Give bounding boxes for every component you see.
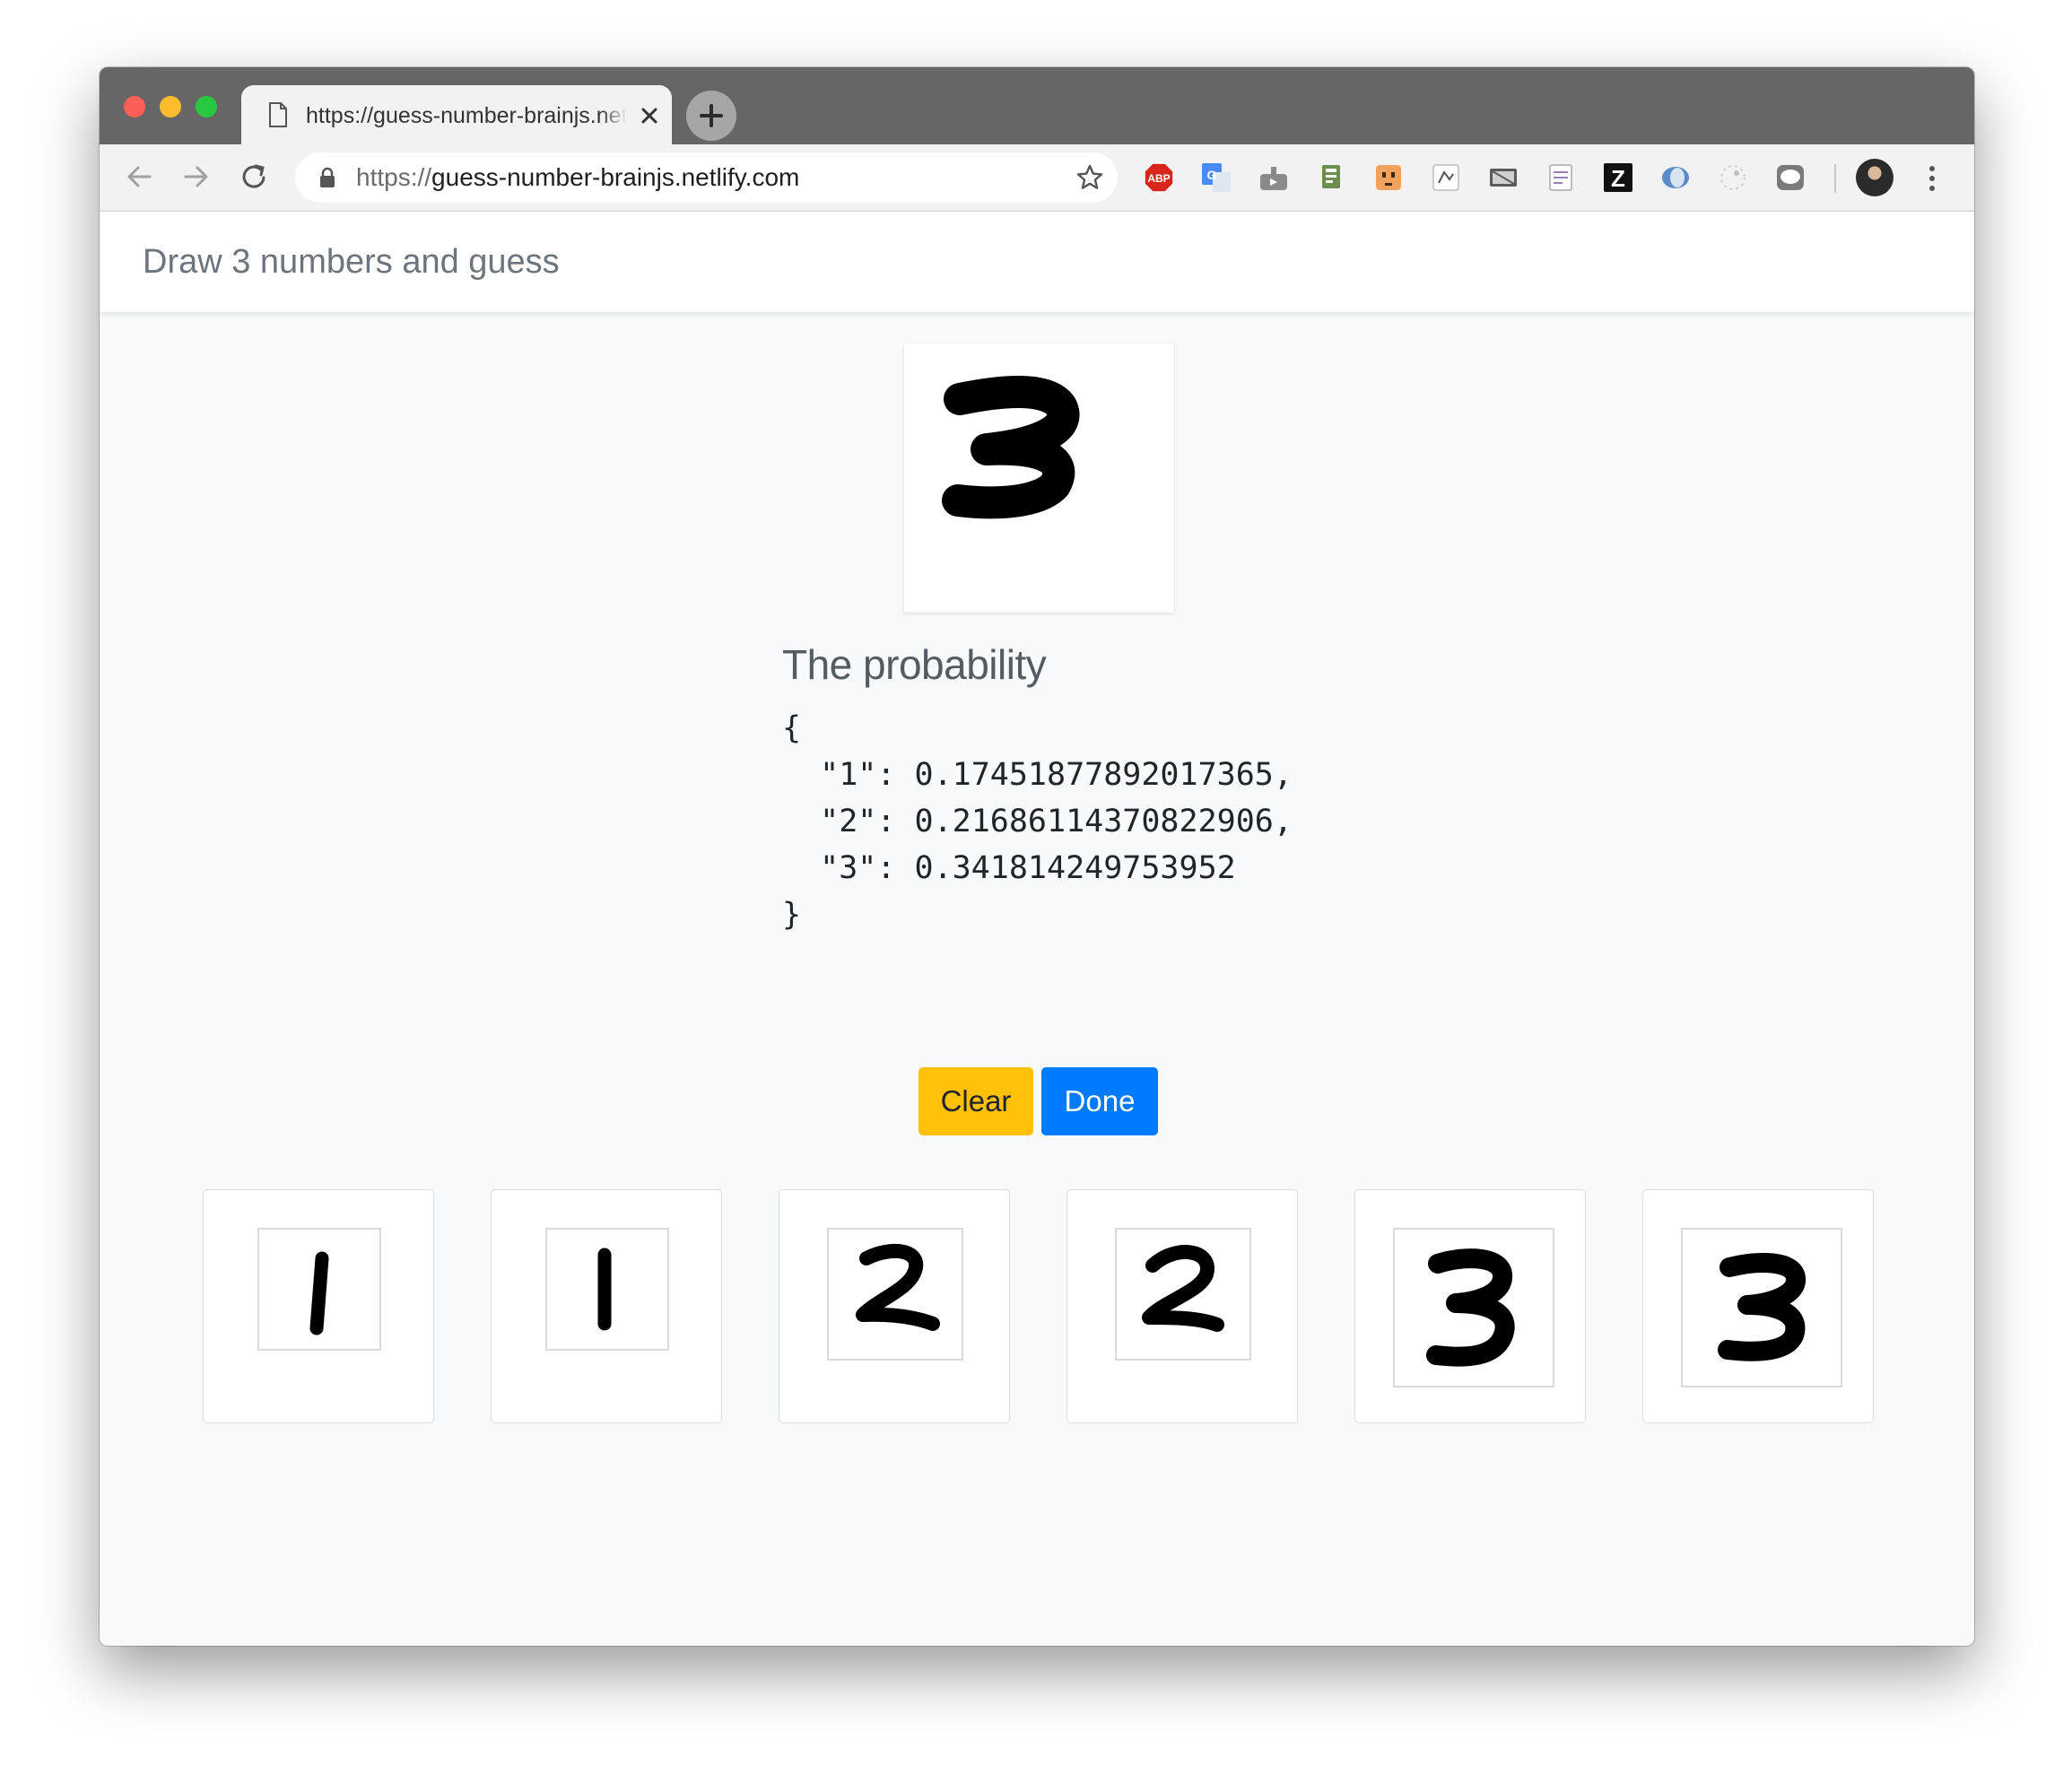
svg-text:G: G	[1207, 168, 1217, 182]
minimize-window-button[interactable]	[160, 96, 181, 117]
zotero-icon[interactable]: Z	[1602, 161, 1634, 194]
sample-card[interactable]	[1642, 1189, 1874, 1423]
json-line: "3": 0.341814249753952	[782, 850, 1236, 886]
forward-arrow-icon[interactable]	[178, 159, 214, 195]
close-window-button[interactable]	[124, 96, 145, 117]
navbar-brand[interactable]: Draw 3 numbers and guess	[143, 242, 560, 282]
json-line: "2": 0.21686114370822906,	[782, 804, 1293, 839]
translate-icon[interactable]: G	[1200, 161, 1232, 194]
navbar: Draw 3 numbers and guess	[100, 212, 1974, 312]
menu-dots-icon[interactable]	[1923, 161, 1941, 196]
line-icon[interactable]	[1774, 161, 1806, 194]
drawing-canvas[interactable]	[904, 343, 1174, 613]
sample-drawing	[1393, 1228, 1554, 1387]
extension-icon[interactable]	[1258, 161, 1290, 194]
document-icon	[268, 102, 288, 127]
close-tab-icon[interactable]	[631, 98, 667, 134]
digit-3-drawing	[1426, 1248, 1515, 1367]
sample-drawing	[545, 1228, 669, 1351]
browser-toolbar: https://guess-number-brainjs.netlify.com…	[100, 144, 1974, 212]
maximize-window-button[interactable]	[196, 96, 217, 117]
json-line: {	[782, 710, 802, 746]
digit-1-drawing	[309, 1251, 329, 1335]
tab-title-fade	[600, 98, 627, 134]
sample-drawing	[1681, 1228, 1842, 1387]
extension-icon[interactable]	[1372, 161, 1405, 194]
browser-tab[interactable]: https://guess-number-brainjs.netlify.com	[241, 85, 672, 144]
sample-card[interactable]	[779, 1189, 1010, 1423]
extension-icon[interactable]	[1659, 161, 1692, 194]
digit-2-drawing	[856, 1243, 940, 1331]
page-content: Draw 3 numbers and guess The probability…	[100, 212, 1974, 1646]
probability-title: The probability	[782, 641, 1047, 688]
tab-strip: https://guess-number-brainjs.netlify.com	[100, 67, 1974, 144]
sample-drawing	[257, 1228, 381, 1351]
abp-icon[interactable]: ABP	[1143, 161, 1175, 194]
profile-avatar[interactable]	[1856, 159, 1894, 196]
plus-icon	[700, 104, 723, 127]
sample-card[interactable]	[1066, 1189, 1298, 1423]
sample-card[interactable]	[203, 1189, 434, 1423]
extension-icon[interactable]	[1545, 161, 1577, 194]
reload-icon[interactable]	[236, 159, 272, 195]
sample-card[interactable]	[1354, 1189, 1586, 1423]
sample-card[interactable]	[491, 1189, 722, 1423]
url-scheme: https://	[356, 163, 432, 191]
drawn-digit-3	[942, 376, 1080, 519]
abp-label: ABP	[1147, 172, 1170, 185]
toolbar-separator	[1834, 164, 1836, 193]
bookmark-star-icon[interactable]	[1075, 163, 1104, 192]
tab-title: https://guess-number-brainjs.netlify.com	[306, 103, 625, 128]
browser-window: https://guess-number-brainjs.netlify.com	[100, 67, 1974, 1646]
back-arrow-icon[interactable]	[121, 159, 157, 195]
extension-icon[interactable]	[1430, 161, 1462, 194]
extension-icon[interactable]	[1315, 161, 1347, 194]
extension-icon[interactable]	[1487, 161, 1519, 194]
done-button[interactable]: Done	[1041, 1067, 1158, 1135]
clear-button[interactable]: Clear	[918, 1067, 1033, 1135]
sample-drawing	[1115, 1228, 1251, 1361]
digit-1-drawing	[597, 1248, 612, 1331]
json-line: }	[782, 897, 802, 933]
address-bar[interactable]: https://guess-number-brainjs.netlify.com	[295, 152, 1118, 203]
extension-icon[interactable]	[1717, 161, 1749, 194]
json-line: "1": 0.17451877892017365,	[782, 757, 1293, 793]
lock-icon	[318, 167, 336, 188]
zotero-label: Z	[1611, 165, 1625, 192]
sample-drawing	[827, 1228, 963, 1361]
new-tab-button[interactable]	[686, 91, 736, 141]
url-host: guess-number-brainjs.netlify.com	[431, 163, 800, 191]
digit-2-drawing	[1142, 1245, 1224, 1332]
probability-output: { "1": 0.17451877892017365, "2": 0.21686…	[782, 705, 1293, 938]
digit-3-drawing	[1718, 1253, 1806, 1361]
url-text: https://guess-number-brainjs.netlify.com	[356, 164, 799, 191]
